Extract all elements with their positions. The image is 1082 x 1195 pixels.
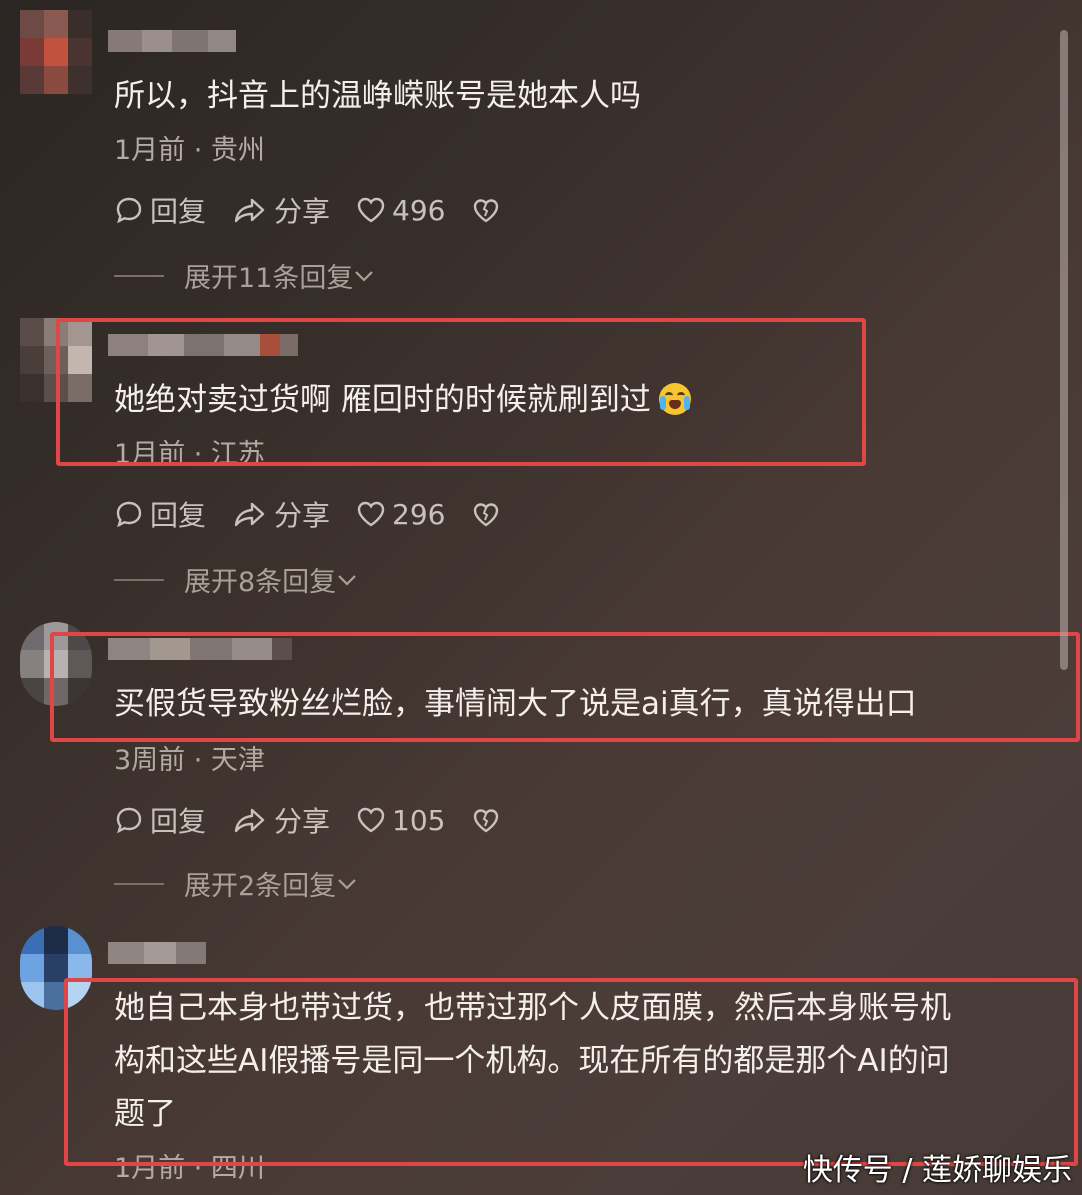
comment-text-line-1: 她自己本身也带过货，也带过那个人皮面膜，然后本身账号机 [114, 990, 951, 1026]
scrollbar[interactable] [1060, 30, 1068, 670]
heart-icon [357, 197, 385, 223]
broken-heart-icon [474, 199, 499, 223]
expand-replies[interactable]: 展开8条回复 [114, 560, 358, 599]
dislike-button[interactable] [471, 805, 507, 835]
share-label: 分享 [274, 195, 331, 228]
chevron-down-icon [355, 270, 374, 282]
comment-text: 买假货导致粉丝烂脸，事情闹大了说是ai真行，真说得出口 [114, 686, 917, 722]
like-count: 296 [392, 497, 446, 531]
divider [114, 274, 164, 277]
expand-replies[interactable]: 展开11条回复 [114, 256, 375, 295]
like-button[interactable]: 296 [356, 498, 445, 531]
comment-text: 所以，抖音上的温峥嵘账号是她本人吗 [114, 78, 641, 114]
reply-label: 回复 [150, 195, 207, 228]
avatar[interactable] [20, 10, 92, 94]
dislike-button[interactable] [471, 195, 507, 225]
chevron-down-icon [338, 878, 356, 890]
comment-meta: 3周前 · 天津 [114, 745, 265, 776]
share-label: 分享 [274, 499, 331, 532]
comment-text-line-2: 构和这些AI假播号是同一个机构。现在所有的都是那个AI的问 [114, 1043, 950, 1079]
comment-text: 她绝对卖过货啊 雁回时的时候就刷到过 [114, 374, 691, 427]
divider [114, 882, 164, 885]
username-pixelated[interactable] [108, 30, 236, 52]
crying-laughing-emoji [658, 382, 691, 415]
share-button[interactable]: 分享 [232, 494, 330, 534]
username-pixelated[interactable] [108, 638, 292, 660]
reply-button[interactable]: 回复 [114, 800, 206, 840]
share-button[interactable]: 分享 [232, 190, 330, 230]
expand-label: 展开2条回复 [184, 871, 337, 902]
comment-actions: 回复 分享 496 [114, 190, 533, 230]
username-pixelated[interactable] [108, 942, 206, 964]
expand-replies[interactable]: 展开2条回复 [114, 864, 358, 903]
reply-button[interactable]: 回复 [114, 190, 206, 230]
share-arrow-icon [234, 808, 265, 833]
comment-bubble-icon [116, 197, 142, 224]
avatar[interactable] [20, 622, 92, 706]
chevron-down-icon [338, 574, 356, 586]
like-button[interactable]: 496 [356, 194, 445, 227]
share-button[interactable]: 分享 [232, 800, 330, 840]
comment-text-line-3: 题了 [114, 1096, 176, 1132]
comment-actions: 回复 分享 296 [114, 494, 533, 534]
like-count: 105 [392, 803, 446, 837]
broken-heart-icon [474, 809, 499, 833]
expand-label: 展开8条回复 [184, 567, 337, 598]
broken-heart-icon [474, 503, 499, 527]
avatar[interactable] [20, 318, 92, 402]
username-pixelated[interactable] [108, 334, 298, 356]
comment-bubble-icon [116, 807, 142, 834]
like-button[interactable]: 105 [356, 804, 445, 837]
heart-icon [357, 807, 385, 833]
share-arrow-icon [234, 502, 265, 527]
comment-meta: 1月前 · 江苏 [114, 439, 265, 470]
reply-label: 回复 [150, 805, 207, 838]
comment-meta: 1月前 · 贵州 [114, 135, 265, 166]
share-arrow-icon [234, 198, 265, 223]
share-label: 分享 [274, 805, 331, 838]
comment-meta: 1月前 · 四川 [114, 1153, 265, 1184]
reply-label: 回复 [150, 499, 207, 532]
divider [114, 578, 164, 581]
like-count: 496 [392, 193, 446, 227]
comment-bubble-icon [116, 501, 142, 528]
avatar[interactable] [20, 926, 92, 1010]
watermark: 快传号 / 莲娇聊娱乐 [802, 1153, 1072, 1188]
heart-icon [357, 501, 385, 527]
comment-text-content: 她绝对卖过货啊 雁回时的时候就刷到过 [114, 382, 651, 418]
expand-label: 展开11条回复 [184, 263, 354, 294]
comment-actions: 回复 分享 105 [114, 800, 533, 840]
reply-button[interactable]: 回复 [114, 494, 206, 534]
dislike-button[interactable] [471, 499, 507, 529]
